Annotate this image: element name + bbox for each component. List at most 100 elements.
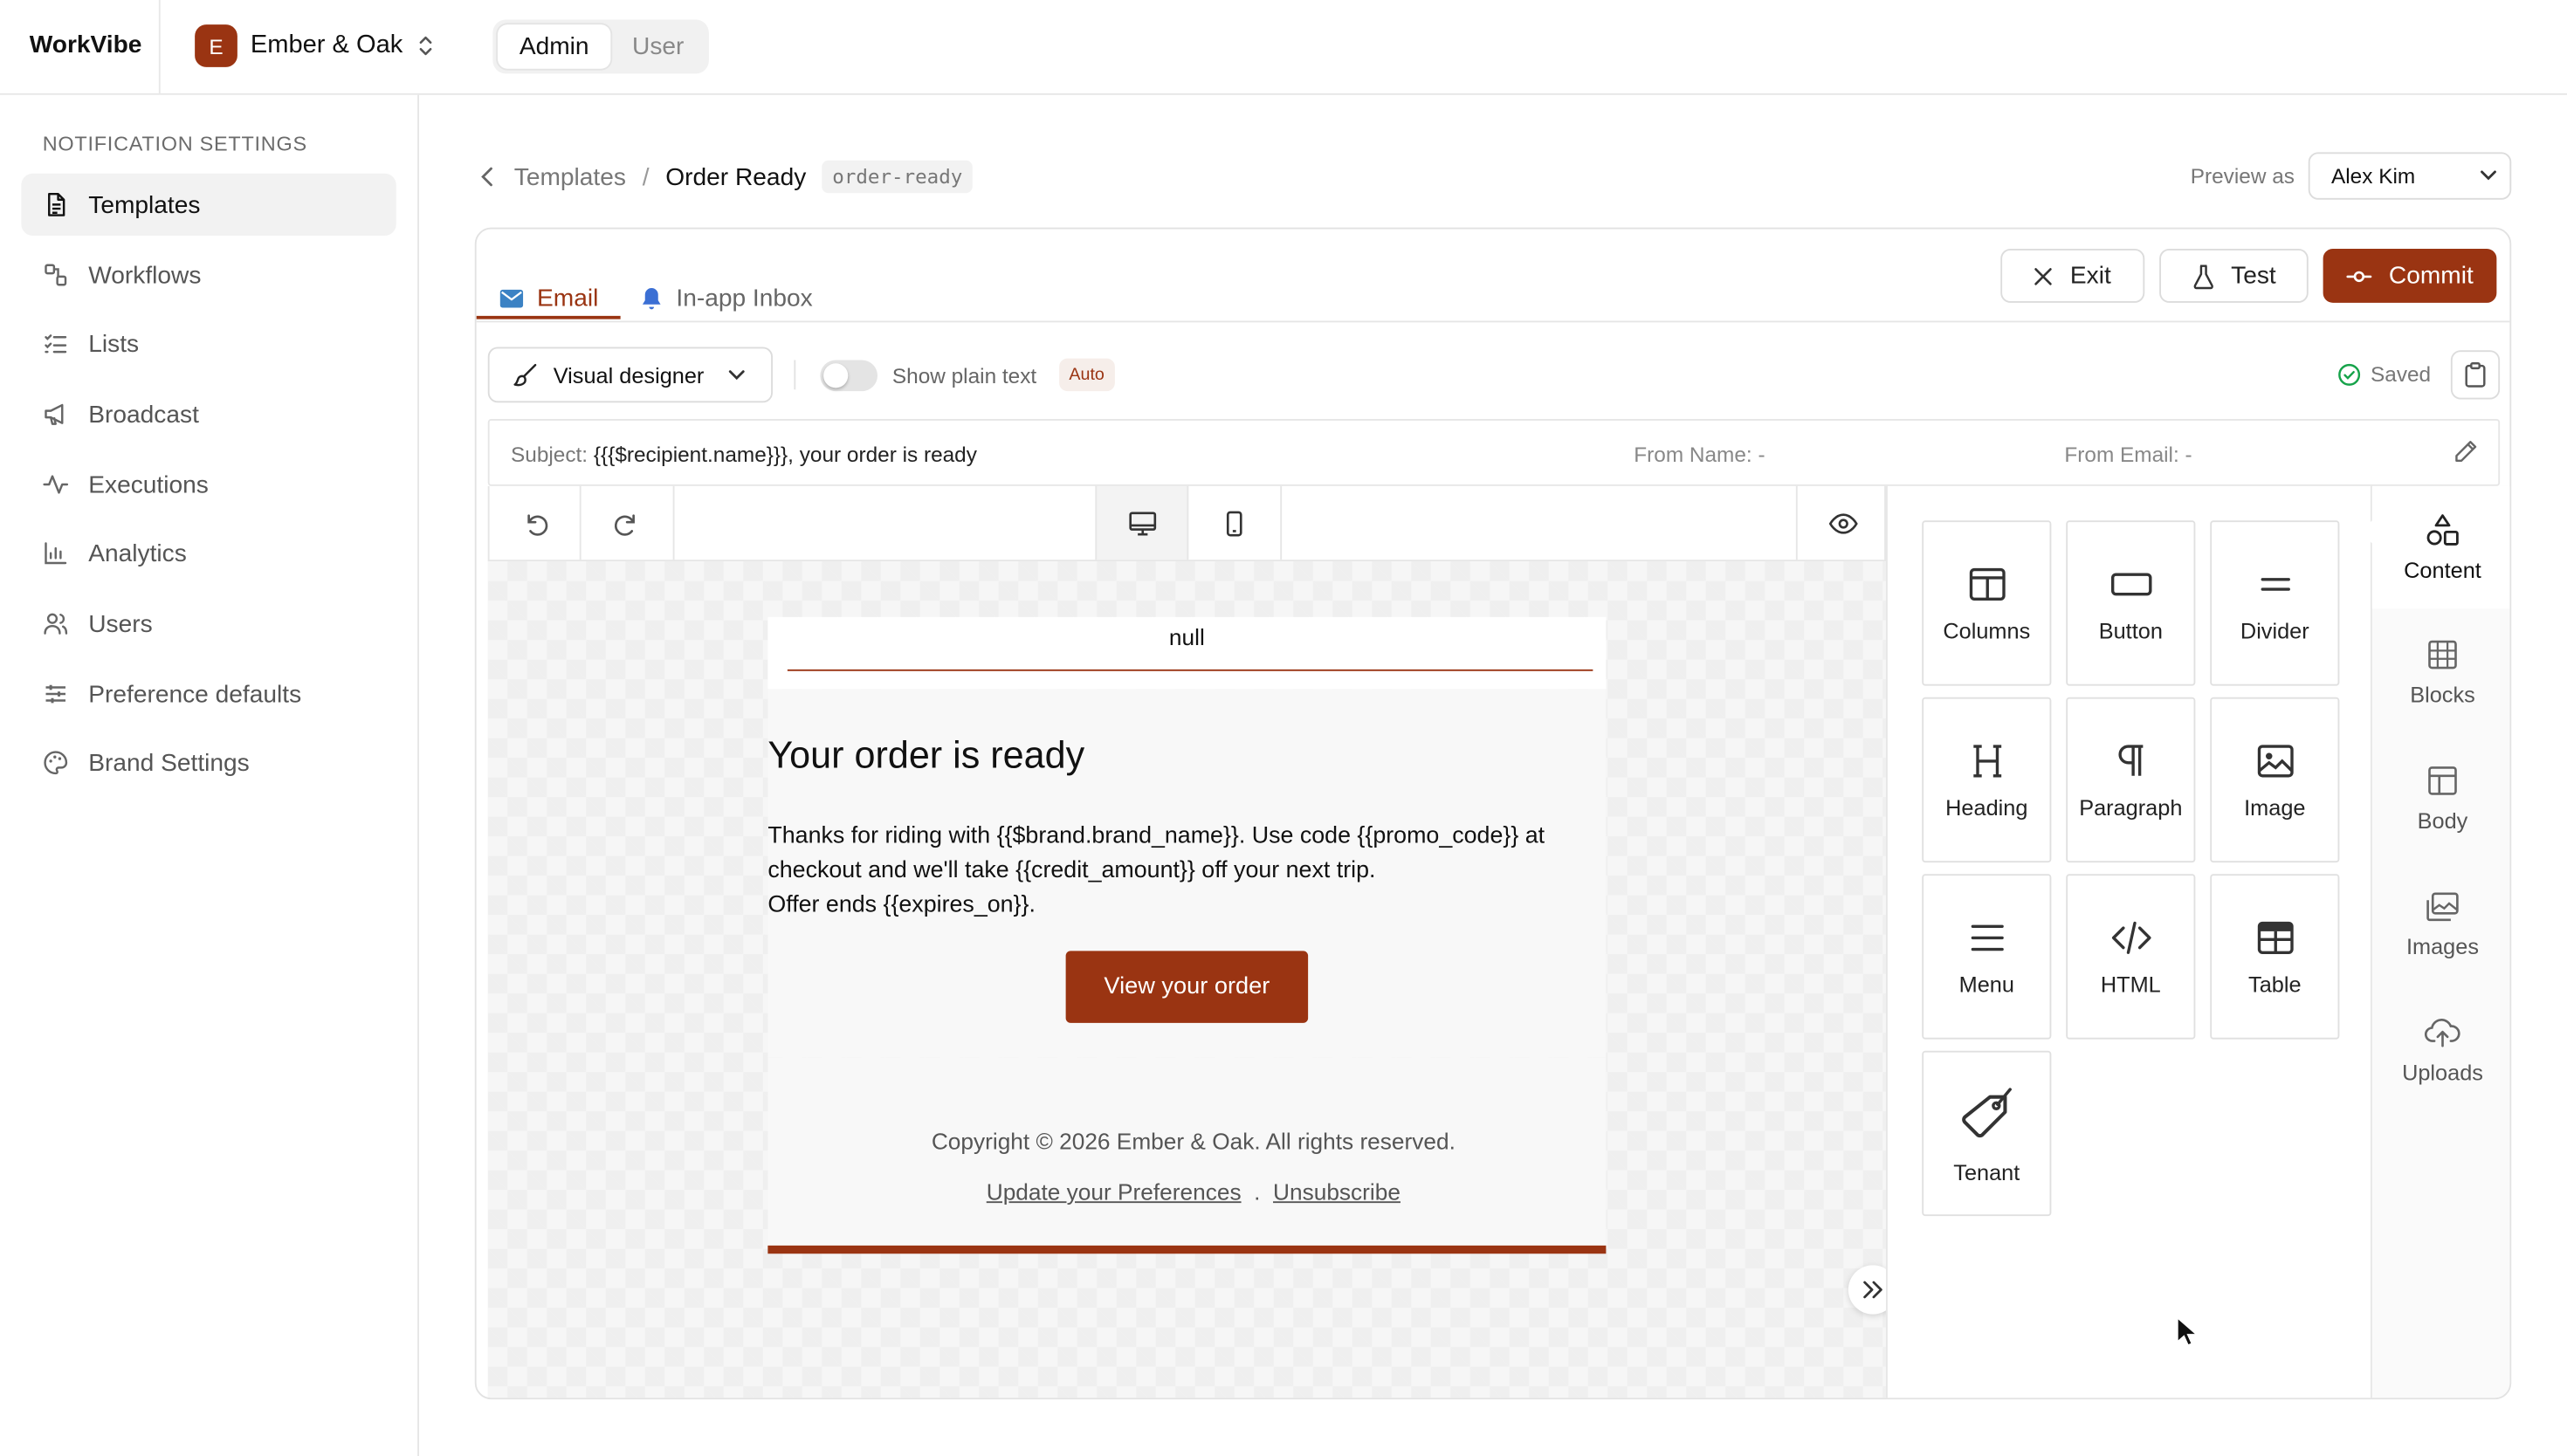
template-editor: Email In-app Inbox Exit Test Commit Visu… (474, 227, 2512, 1400)
role-admin-option[interactable]: Admin (498, 24, 611, 69)
shapes-icon (2426, 514, 2459, 546)
plain-text-toggle[interactable] (820, 360, 877, 392)
bell-icon (642, 287, 661, 309)
email-canvas[interactable]: null Your order is ready Thanks for ridi… (487, 561, 1886, 1398)
sidebar-item-templates[interactable]: Templates (21, 173, 396, 236)
email-footer-block[interactable]: Copyright © 2026 Ember & Oak. All rights… (767, 1057, 1607, 1251)
bar-chart-icon (45, 542, 67, 565)
sidebar-item-label: Users (88, 609, 153, 638)
tool-image[interactable]: Image (2210, 697, 2340, 863)
app-logo: WorkVibe (29, 31, 142, 59)
unsubscribe-link[interactable]: Unsubscribe (1273, 1178, 1400, 1205)
breadcrumb-current: Order Ready (665, 162, 807, 191)
clipboard-button[interactable] (2450, 350, 2501, 400)
tool-divider[interactable]: Divider (2210, 520, 2340, 686)
tool-label: Image (2244, 795, 2306, 821)
breadcrumb-templates-link[interactable]: Templates (514, 163, 626, 191)
tool-label: Columns (1943, 618, 2031, 643)
commit-button[interactable]: Commit (2323, 249, 2497, 303)
test-button[interactable]: Test (2159, 249, 2309, 303)
exit-button-label: Exit (2069, 262, 2111, 290)
cloud-upload-icon (2424, 1019, 2460, 1047)
tab-in-app-inbox-label: In-app Inbox (676, 284, 813, 312)
tool-heading[interactable]: Heading (1922, 697, 2052, 863)
subject-field: Subject: {{{$recipient.name}}}, your ord… (511, 442, 977, 466)
palette-icon (44, 751, 68, 775)
preview-as-value: Alex Kim (2331, 163, 2416, 189)
tab-email[interactable]: Email (499, 275, 598, 321)
mouse-cursor-icon (2176, 1315, 2199, 1347)
rail-content[interactable]: Content (2371, 485, 2510, 609)
undo-button[interactable] (490, 485, 582, 560)
save-status-label: Saved (2371, 361, 2432, 387)
sidebar-item-executions[interactable]: Executions (21, 453, 396, 515)
sidebar-item-brand-settings[interactable]: Brand Settings (21, 731, 396, 793)
preview-as-select[interactable]: Alex Kim (2308, 152, 2512, 200)
chevron-left-icon[interactable] (478, 165, 499, 188)
mobile-view-button[interactable] (1188, 485, 1283, 560)
sidebar-item-label: Brand Settings (88, 748, 250, 777)
tool-paragraph[interactable]: Paragraph (2066, 697, 2196, 863)
email-meta-row[interactable]: Subject: {{{$recipient.name}}}, your ord… (487, 419, 2501, 486)
subject-value: {{{$recipient.name}}}, your order is rea… (593, 442, 977, 467)
from-name-field: From Name: - (1634, 442, 1765, 467)
tenant-name: Ember & Oak (250, 31, 403, 59)
tool-button[interactable]: Button (2066, 520, 2196, 686)
button-icon (2110, 573, 2151, 596)
tool-html[interactable]: HTML (2066, 874, 2196, 1040)
update-preferences-link[interactable]: Update your Preferences (987, 1178, 1242, 1205)
sidebar-item-lists[interactable]: Lists (21, 312, 396, 374)
sidebar-item-label: Templates (88, 190, 201, 219)
sidebar-item-broadcast[interactable]: Broadcast (21, 383, 396, 445)
redo-button[interactable] (582, 485, 675, 560)
workflow-icon (45, 264, 67, 286)
tool-label: Tenant (1953, 1160, 2020, 1185)
megaphone-icon (45, 403, 64, 425)
code-icon (2111, 921, 2151, 954)
tenant-switcher[interactable]: E Ember & Oak (195, 24, 436, 67)
sidebar-item-label: Lists (88, 329, 140, 358)
sidebar: NOTIFICATION SETTINGS Templates Workflow… (0, 94, 419, 1456)
test-button-label: Test (2231, 262, 2276, 290)
pencil-icon[interactable] (2453, 439, 2479, 465)
tool-label: Table (2248, 972, 2302, 997)
tab-in-app-inbox[interactable]: In-app Inbox (640, 275, 813, 321)
canvas-toolbar (487, 485, 1888, 562)
rail-uploads[interactable]: Uploads (2372, 987, 2510, 1113)
sidebar-item-preference-defaults[interactable]: Preference defaults (21, 663, 396, 725)
template-slug-badge: order-ready (822, 160, 973, 194)
designer-mode-select[interactable]: Visual designer (487, 347, 773, 403)
tool-columns[interactable]: Columns (1922, 520, 2052, 686)
paragraph-icon (2117, 745, 2143, 776)
sidebar-item-analytics[interactable]: Analytics (21, 522, 396, 584)
desktop-view-button[interactable] (1095, 485, 1189, 560)
sidebar-section-title: NOTIFICATION SETTINGS (42, 132, 307, 156)
sidebar-item-workflows[interactable]: Workflows (21, 244, 396, 306)
sidebar-item-users[interactable]: Users (21, 593, 396, 655)
tag-icon (1961, 1088, 2012, 1138)
tool-table[interactable]: Table (2210, 874, 2340, 1040)
email-cta-button[interactable]: View your order (1065, 951, 1309, 1023)
tool-menu[interactable]: Menu (1922, 874, 2052, 1040)
email-footer-bar (767, 1245, 1607, 1254)
tool-label: Paragraph (2079, 795, 2183, 821)
exit-button[interactable]: Exit (2000, 249, 2145, 303)
email-headline: Your order is ready (767, 733, 1085, 776)
chevrons-right-icon (1863, 1281, 1882, 1299)
role-user-option[interactable]: User (610, 24, 705, 69)
tool-label: HTML (2100, 972, 2161, 997)
chevron-up-down-icon (419, 36, 432, 56)
sliders-icon (45, 684, 65, 704)
tool-tenant[interactable]: Tenant (1922, 1050, 2052, 1217)
toolbar-divider (794, 360, 796, 390)
email-body-block[interactable]: Your order is ready Thanks for riding wi… (767, 689, 1607, 1058)
rail-images[interactable]: Images (2372, 861, 2510, 986)
email-header-text: null (1168, 623, 1205, 650)
email-header-block[interactable]: null (767, 616, 1607, 690)
preview-button[interactable] (1795, 485, 1888, 560)
sidebar-item-label: Analytics (88, 539, 187, 567)
rail-body[interactable]: Body (2372, 735, 2510, 861)
tool-label: Menu (1958, 972, 2014, 997)
footer-link-separator: . (1254, 1178, 1261, 1205)
rail-blocks[interactable]: Blocks (2372, 609, 2510, 735)
